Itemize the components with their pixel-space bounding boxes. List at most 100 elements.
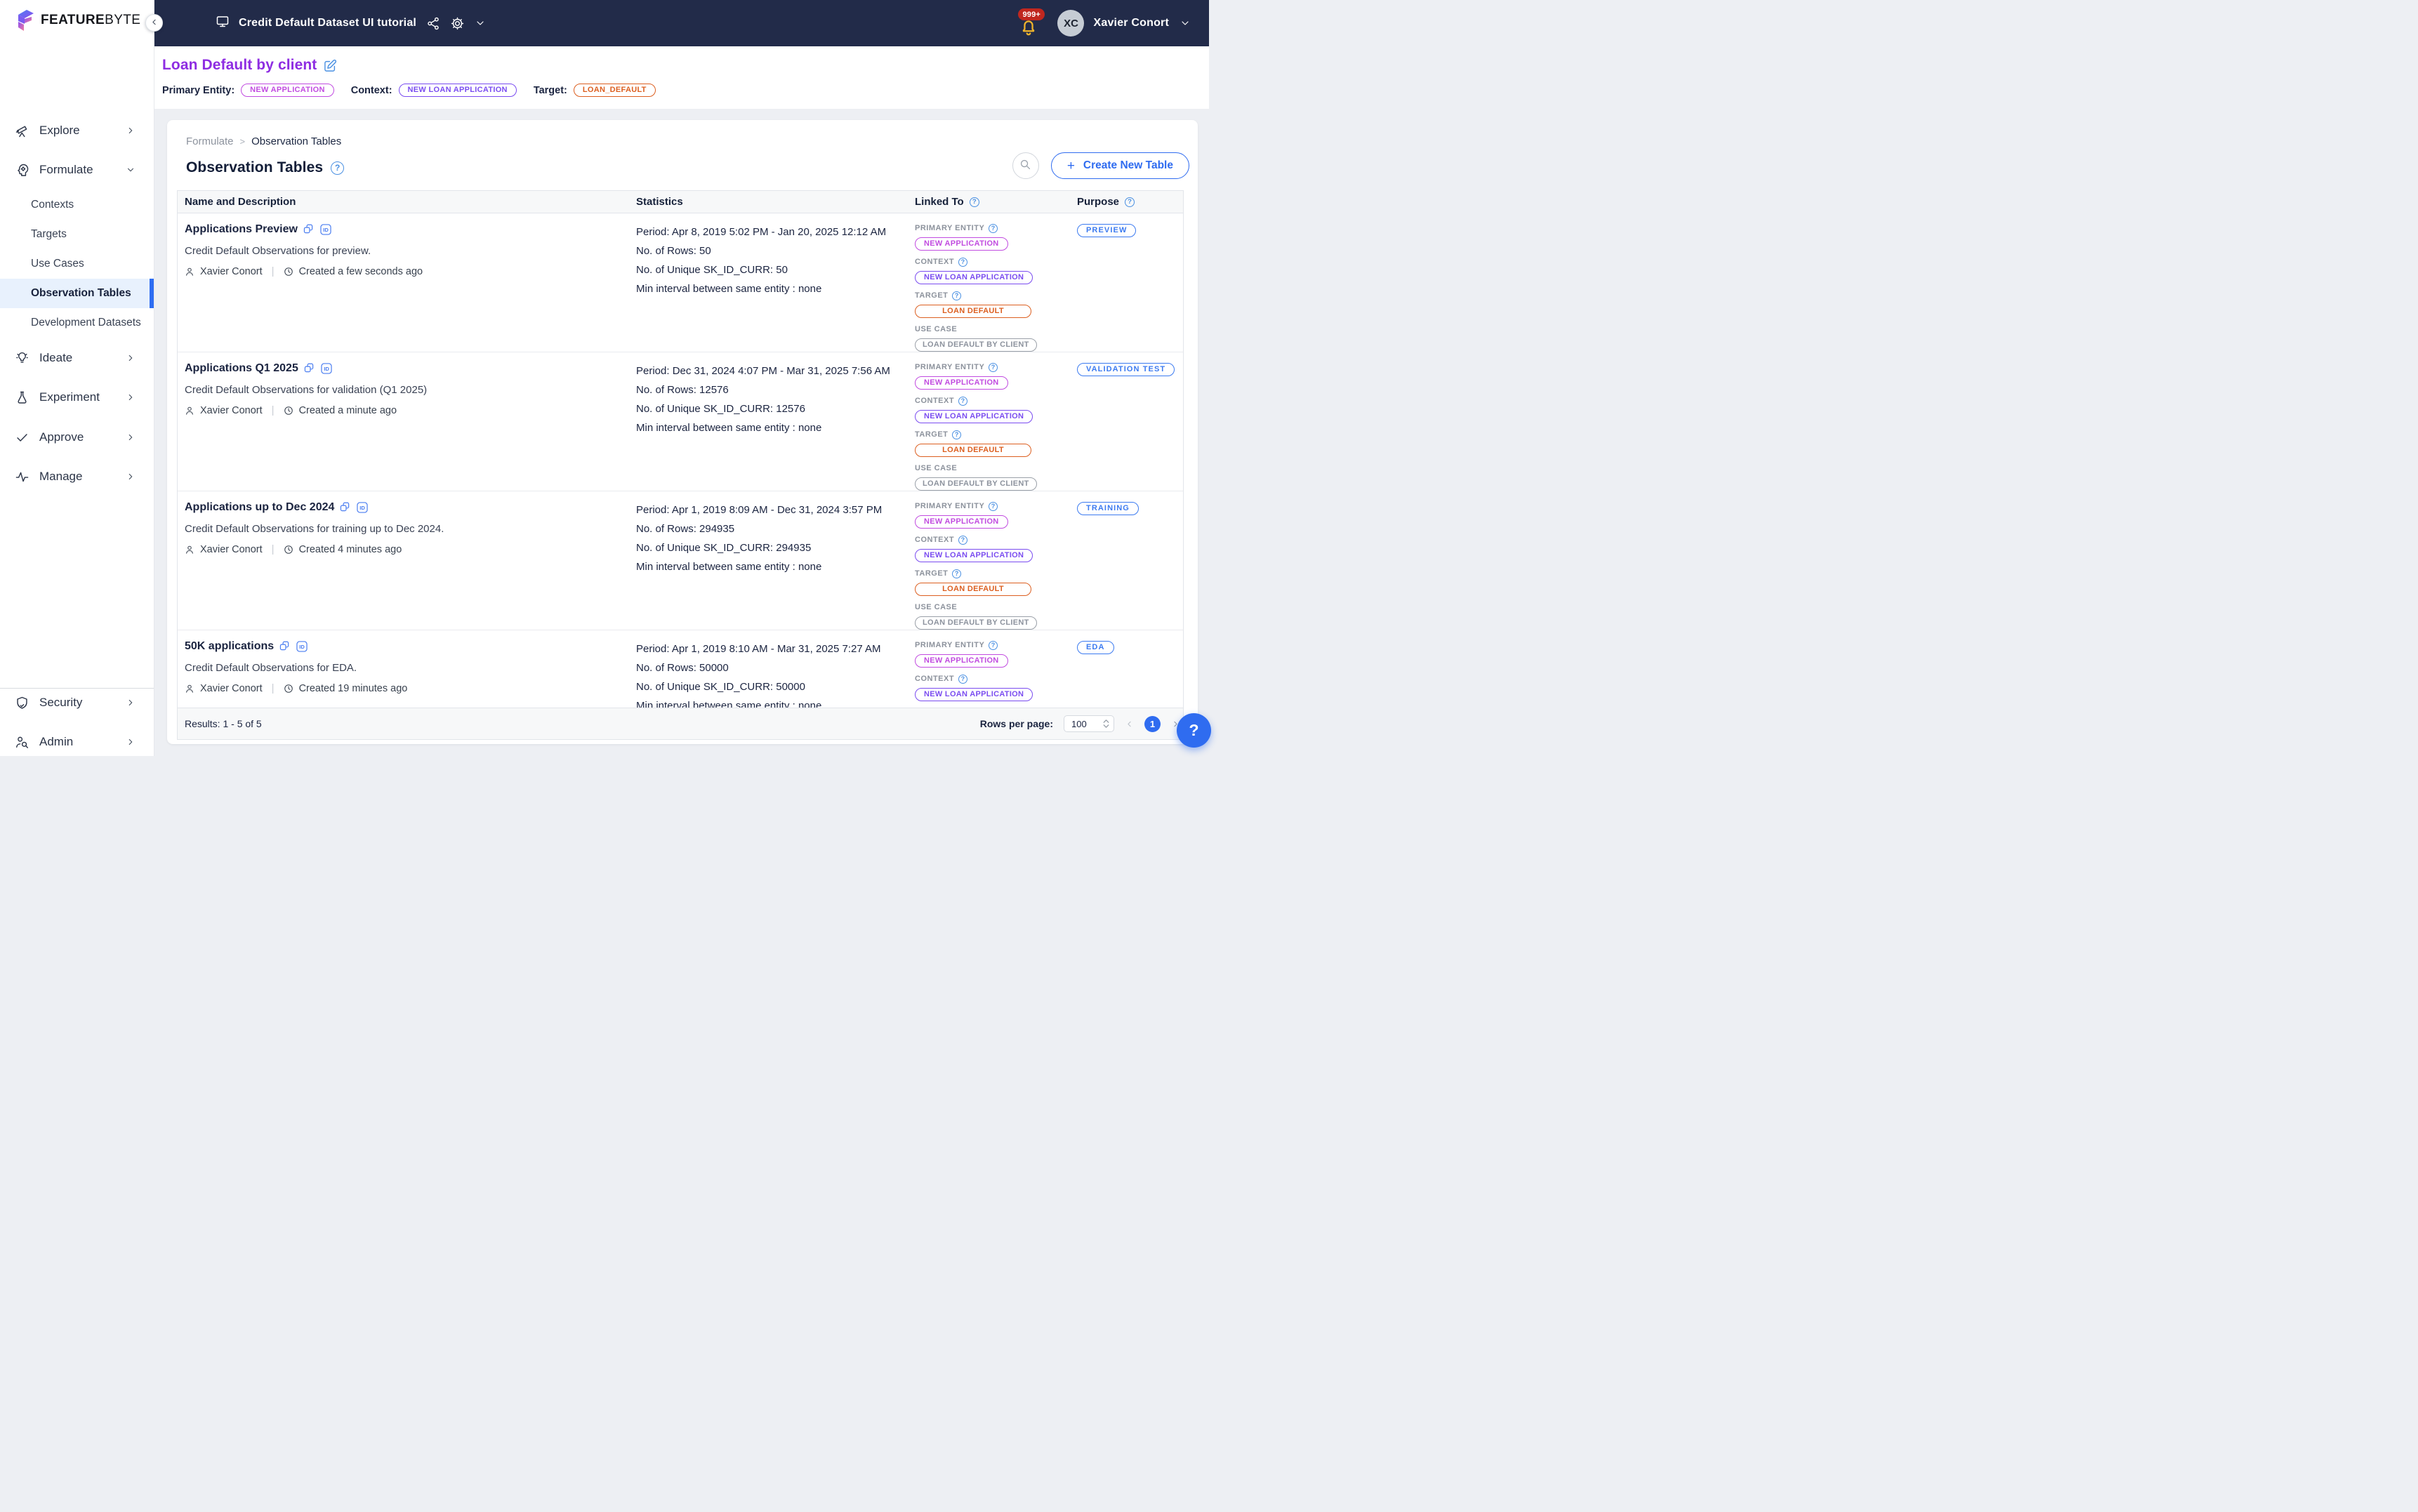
- stepper-icon: [1103, 719, 1114, 728]
- linked-group-primary-entity: PRIMARY ENTITY?NEW APPLICATION: [915, 639, 1063, 668]
- column-header-statistics: Statistics: [629, 191, 908, 213]
- create-new-table-button[interactable]: + Create New Table: [1051, 152, 1189, 179]
- sidebar-item-admin[interactable]: Admin: [0, 728, 154, 756]
- table-body: Applications Preview ID Credit Default Obs…: [178, 213, 1183, 708]
- person-icon: [185, 406, 194, 416]
- row-name[interactable]: 50K applications: [185, 640, 274, 653]
- sidebar-item-ideate[interactable]: Ideate: [0, 344, 154, 372]
- stat-line: Period: Dec 31, 2024 4:07 PM - Mar 31, 2…: [636, 362, 901, 380]
- linked-help-icon[interactable]: ?: [989, 502, 998, 511]
- linked-group-primary-entity: PRIMARY ENTITY?NEW APPLICATION: [915, 223, 1063, 251]
- page-header: Loan Default by client Primary Entity:NE…: [154, 46, 1209, 109]
- linked-help-icon[interactable]: ?: [989, 363, 998, 372]
- linked-help-icon[interactable]: ?: [952, 430, 961, 439]
- row-name[interactable]: Applications up to Dec 2024: [185, 501, 334, 514]
- row-name[interactable]: Applications Preview: [185, 223, 298, 236]
- sidebar-item-manage[interactable]: Manage: [0, 463, 154, 491]
- chevron-right-icon: [126, 737, 136, 747]
- linked-help-icon[interactable]: ?: [958, 536, 967, 545]
- table-row-applications-up-to-dec-2024[interactable]: Applications up to Dec 2024IDCredit Defa…: [178, 491, 1183, 630]
- stat-line: Period: Apr 1, 2019 8:09 AM - Dec 31, 20…: [636, 500, 901, 519]
- workspace-chevron-down-icon[interactable]: [475, 18, 486, 29]
- page-number-button[interactable]: 1: [1144, 716, 1161, 732]
- sidebar-item-contexts[interactable]: Contexts: [0, 190, 154, 220]
- linked-help-icon[interactable]: ?: [989, 641, 998, 650]
- linked-group-primary-entity: PRIMARY ENTITY?NEW APPLICATION: [915, 500, 1063, 529]
- avatar[interactable]: XC: [1057, 10, 1084, 37]
- statistics-cell: Period: Apr 1, 2019 8:09 AM - Dec 31, 20…: [629, 491, 908, 630]
- row-description: Credit Default Observations for validati…: [185, 384, 622, 396]
- notifications-button[interactable]: 999+: [1018, 8, 1048, 39]
- sidebar-item-explore[interactable]: Explore: [0, 117, 154, 145]
- section-title: Observation Tables: [186, 159, 323, 176]
- sidebar-item-targets[interactable]: Targets: [0, 220, 154, 249]
- sidebar-collapse-button[interactable]: [145, 14, 163, 32]
- entity-badge: NEW APPLICATION: [241, 84, 334, 97]
- gear-icon[interactable]: [451, 17, 464, 30]
- previous-page-button[interactable]: [1125, 719, 1134, 729]
- sidebar-item-security[interactable]: Security: [0, 689, 154, 717]
- user-menu-chevron-down-icon[interactable]: [1180, 18, 1191, 29]
- id-icon[interactable]: ID: [296, 641, 308, 652]
- id-icon[interactable]: ID: [357, 502, 368, 513]
- share-icon[interactable]: [427, 17, 440, 30]
- linked-badge: NEW APPLICATION: [915, 654, 1008, 668]
- workspace-selector[interactable]: Credit Default Dataset UI tutorial: [216, 15, 416, 32]
- sidebar-item-formulate[interactable]: Formulate: [0, 156, 154, 184]
- row-name[interactable]: Applications Q1 2025: [185, 362, 298, 375]
- user-search-icon: [15, 736, 29, 749]
- copy-icon[interactable]: [304, 363, 315, 374]
- stat-line: Period: Apr 1, 2019 8:10 AM - Mar 31, 20…: [636, 639, 901, 658]
- sidebar-item-development-datasets[interactable]: Development Datasets: [0, 308, 154, 338]
- chevron-right-icon: [126, 353, 136, 363]
- copy-icon[interactable]: [303, 224, 315, 235]
- linked-badge: NEW APPLICATION: [915, 515, 1008, 529]
- copy-icon[interactable]: [279, 641, 291, 652]
- id-icon[interactable]: ID: [320, 224, 331, 235]
- stat-line: Min interval between same entity : none: [636, 696, 901, 708]
- table-row-50k-applications[interactable]: 50K applicationsIDCredit Default Observa…: [178, 630, 1183, 708]
- svg-text:ID: ID: [323, 227, 329, 233]
- help-fab[interactable]: ?: [1177, 713, 1211, 748]
- linked-badge: LOAN DEFAULT: [915, 444, 1031, 457]
- table-row-applications-q1-2025[interactable]: Applications Q1 2025 ID Credit Default Obs…: [178, 352, 1183, 491]
- linked-help-icon[interactable]: ?: [989, 224, 998, 233]
- sidebar-item-observation-tables[interactable]: Observation Tables: [0, 279, 154, 308]
- clock-icon: [284, 545, 293, 555]
- column-help-icon[interactable]: ?: [970, 197, 979, 207]
- sidebar-item-use-cases[interactable]: Use Cases: [0, 249, 154, 279]
- rows-per-page-select[interactable]: 100: [1064, 715, 1114, 732]
- stat-line: No. of Unique SK_ID_CURR: 294935: [636, 538, 901, 557]
- id-icon[interactable]: ID: [321, 363, 332, 374]
- breadcrumb-separator: >: [240, 136, 246, 147]
- section-help-icon[interactable]: ?: [331, 161, 344, 175]
- linked-help-icon[interactable]: ?: [952, 291, 961, 300]
- sidebar-item-experiment[interactable]: Experiment: [0, 383, 154, 411]
- linked-to-cell: PRIMARY ENTITY?NEW APPLICATIONCONTEXT?NE…: [908, 630, 1070, 708]
- linked-group-context: CONTEXT?NEW LOAN APPLICATION: [915, 673, 1063, 701]
- breadcrumb: Formulate>Observation Tables: [186, 135, 341, 147]
- linked-help-icon[interactable]: ?: [958, 258, 967, 267]
- row-author: Xavier Conort: [200, 266, 263, 277]
- plus-icon: +: [1067, 159, 1075, 173]
- topbar-right: 999+ XC Xavier Conort: [1018, 8, 1209, 39]
- linked-help-icon[interactable]: ?: [958, 397, 967, 406]
- monitor-icon: [216, 15, 230, 32]
- column-help-icon[interactable]: ?: [1125, 197, 1135, 207]
- edit-icon[interactable]: [324, 59, 337, 72]
- linked-group-use-case: USE CASELOAN DEFAULT BY CLIENT: [915, 463, 1063, 491]
- linked-help-icon[interactable]: ?: [958, 675, 967, 684]
- linked-group-target: TARGET?LOAN DEFAULT: [915, 290, 1063, 318]
- content-card: Formulate>Observation Tables Observation…: [167, 120, 1198, 744]
- entity-field-target: Target:LOAN_DEFAULT: [534, 84, 656, 97]
- column-header-name-and-description: Name and Description: [178, 191, 629, 213]
- purpose-cell: VALIDATION TEST: [1070, 352, 1183, 491]
- sidebar-item-approve[interactable]: Approve: [0, 423, 154, 451]
- table-row-applications-preview[interactable]: Applications PreviewIDCredit Default Obs…: [178, 213, 1183, 352]
- user-name[interactable]: Xavier Conort: [1093, 17, 1169, 29]
- breadcrumb-item-formulate[interactable]: Formulate: [186, 135, 234, 147]
- row-created: Created a few seconds ago: [299, 266, 423, 277]
- search-button[interactable]: [1012, 152, 1039, 179]
- copy-icon[interactable]: [340, 502, 351, 513]
- linked-help-icon[interactable]: ?: [952, 569, 961, 578]
